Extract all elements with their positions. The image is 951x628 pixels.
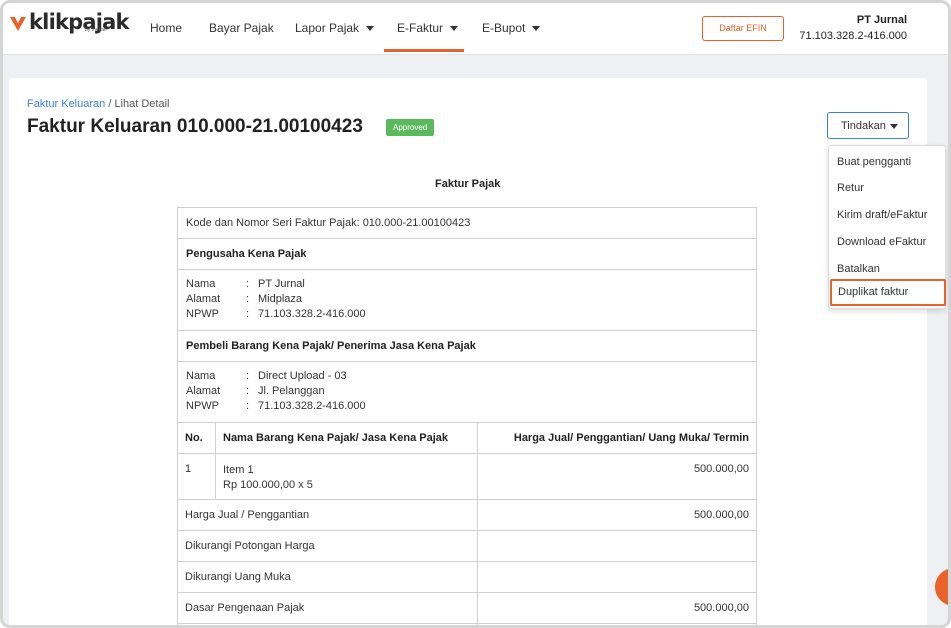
nav-home-label: Home bbox=[150, 21, 183, 35]
page-title: Faktur Keluaran 010.000-21.00100423 bbox=[27, 116, 363, 137]
logo-text: klikpajak bbox=[29, 10, 129, 34]
buyer-nama: Direct Upload - 03 bbox=[258, 370, 347, 382]
seller-alamat-label: Alamat bbox=[186, 293, 221, 305]
buyer-alamat-label: Alamat bbox=[186, 385, 221, 397]
seller-info-row: Nama: PT Jurnal Alamat: Midplaza NPWP:71.1… bbox=[178, 270, 756, 331]
summary-label: Dasar Pengenaan Pajak bbox=[178, 593, 478, 623]
kv-separator: : bbox=[246, 308, 250, 320]
company-switcher[interactable]: PT Jurnal 71.103.328.2-416.000 bbox=[799, 14, 907, 43]
chevron-down-icon bbox=[450, 26, 459, 32]
buyer-npwp-label: NPWP bbox=[186, 400, 219, 412]
nav-lapor-pajak[interactable]: Lapor Pajak bbox=[295, 3, 375, 53]
kv-separator: : bbox=[246, 400, 250, 412]
summary-row: Dikurangi Uang Muka bbox=[178, 562, 756, 593]
nav-active-indicator bbox=[384, 49, 464, 52]
seller-npwp-label: NPWP bbox=[186, 308, 219, 320]
nav-e-bupot[interactable]: E-Bupot bbox=[482, 3, 541, 53]
breadcrumb-current: Lihat Detail bbox=[114, 98, 170, 110]
tindakan-menu: Buat pengganti Retur Kirim draft/eFaktur… bbox=[828, 145, 946, 309]
menu-item-download-efaktur[interactable]: Download eFaktur bbox=[829, 229, 945, 256]
seller-npwp: 71.103.328.2-416.000 bbox=[258, 308, 366, 320]
summary-label-cell bbox=[178, 624, 478, 625]
menu-item-duplikat-faktur[interactable]: Duplikat faktur bbox=[830, 279, 946, 306]
buyer-alamat: Jl. Pelanggan bbox=[258, 385, 325, 397]
chevron-down-icon bbox=[890, 124, 898, 129]
buyer-nama-label: Nama bbox=[186, 370, 216, 382]
document-title: Faktur Pajak bbox=[435, 178, 501, 190]
menu-item-retur[interactable]: Retur bbox=[829, 175, 945, 202]
seller-nama: PT Jurnal bbox=[258, 278, 305, 290]
summary-value: 500.000,00 bbox=[693, 509, 749, 521]
kv-separator: : bbox=[246, 370, 250, 382]
nav-e-faktur-label: E-Faktur bbox=[397, 21, 444, 35]
nav-e-faktur[interactable]: E-Faktur bbox=[397, 3, 459, 53]
buyer-npwp: 71.103.328.2-416.000 bbox=[258, 400, 366, 412]
items-header-row: No. Nama Barang Kena Pajak/ Jasa Kena Pa… bbox=[178, 423, 756, 454]
daftar-efin-button[interactable]: Daftar EFIN bbox=[702, 16, 784, 41]
kv-separator: : bbox=[246, 293, 250, 305]
column-header-name: Nama Barang Kena Pajak/ Jasa Kena Pajak bbox=[216, 423, 478, 453]
serial-text: Kode dan Nomor Seri Faktur Pajak: 010.00… bbox=[186, 217, 471, 229]
summary-row bbox=[178, 624, 756, 625]
buyer-heading: Pembeli Barang Kena Pajak/ Penerima Jasa… bbox=[186, 340, 476, 352]
logo-subtext: by mekari bbox=[85, 27, 107, 33]
table-row: 1 Item 1 Rp 100.000,00 x 5 500.000,00 bbox=[178, 454, 756, 500]
serial-row: Kode dan Nomor Seri Faktur Pajak: 010.00… bbox=[178, 208, 756, 239]
summary-row: Dasar Pengenaan Pajak 500.000,00 bbox=[178, 593, 756, 624]
klikpajak-logo-icon bbox=[10, 17, 26, 31]
kv-separator: : bbox=[246, 385, 250, 397]
tindakan-dropdown-button[interactable]: Tindakan bbox=[827, 112, 909, 139]
nav-lapor-pajak-label: Lapor Pajak bbox=[295, 21, 360, 35]
breadcrumb-faktur-keluaran-link[interactable]: Faktur Keluaran bbox=[27, 98, 105, 110]
tindakan-label: Tindakan bbox=[841, 119, 886, 132]
summary-label: Dikurangi Uang Muka bbox=[178, 562, 478, 592]
faktur-document: Kode dan Nomor Seri Faktur Pajak: 010.00… bbox=[177, 207, 757, 625]
summary-value bbox=[478, 562, 756, 592]
column-header-no: No. bbox=[178, 423, 216, 453]
item-detail: Rp 100.000,00 x 5 bbox=[223, 479, 313, 491]
item-no: 1 bbox=[178, 454, 216, 499]
nav-bayar-pajak-label: Bayar Pajak bbox=[209, 21, 274, 35]
nav-e-bupot-label: E-Bupot bbox=[482, 21, 526, 35]
company-npwp: 71.103.328.2-416.000 bbox=[799, 30, 907, 42]
chat-bubble-icon[interactable] bbox=[935, 568, 948, 606]
top-navbar: klikpajak by mekari Home Bayar Pajak Lap… bbox=[3, 3, 948, 55]
summary-row: Harga Jual / Penggantian 500.000,00 bbox=[178, 500, 756, 531]
kv-separator: : bbox=[246, 278, 250, 290]
chevron-down-icon bbox=[366, 26, 375, 32]
summary-value: 500.000,00 bbox=[693, 602, 749, 614]
nav-home[interactable]: Home bbox=[150, 3, 182, 53]
seller-heading: Pengusaha Kena Pajak bbox=[186, 248, 307, 260]
item-name: Item 1 bbox=[223, 464, 254, 476]
item-price: 500.000,00 bbox=[693, 463, 749, 475]
summary-row: Dikurangi Potongan Harga bbox=[178, 531, 756, 562]
seller-heading-row: Pengusaha Kena Pajak bbox=[178, 239, 756, 270]
app-window: klikpajak by mekari Home Bayar Pajak Lap… bbox=[0, 0, 951, 628]
column-header-price: Harga Jual/ Penggantian/ Uang Muka/ Term… bbox=[513, 432, 749, 444]
summary-label: Dikurangi Potongan Harga bbox=[178, 531, 478, 561]
nav-bayar-pajak[interactable]: Bayar Pajak bbox=[209, 3, 274, 53]
company-name: PT Jurnal bbox=[856, 14, 907, 26]
summary-label: Harga Jual / Penggantian bbox=[178, 500, 478, 530]
seller-alamat: Midplaza bbox=[258, 293, 303, 305]
klikpajak-logo[interactable]: klikpajak bbox=[9, 11, 129, 41]
content-card: Faktur Keluaran / Lihat Detail Faktur Ke… bbox=[9, 78, 946, 625]
breadcrumb: Faktur Keluaran / Lihat Detail bbox=[27, 98, 169, 110]
status-badge: Approved bbox=[386, 119, 435, 136]
buyer-info-row: Nama: Direct Upload - 03 Alamat: Jl. Pelan… bbox=[178, 362, 756, 423]
buyer-heading-row: Pembeli Barang Kena Pajak/ Penerima Jasa… bbox=[178, 331, 756, 362]
seller-nama-label: Nama bbox=[186, 278, 216, 290]
menu-item-kirim-draft-efaktur[interactable]: Kirim draft/eFaktur bbox=[829, 202, 945, 229]
menu-item-buat-pengganti[interactable]: Buat pengganti bbox=[829, 149, 945, 176]
summary-value bbox=[478, 531, 756, 561]
chevron-down-icon bbox=[532, 26, 541, 32]
